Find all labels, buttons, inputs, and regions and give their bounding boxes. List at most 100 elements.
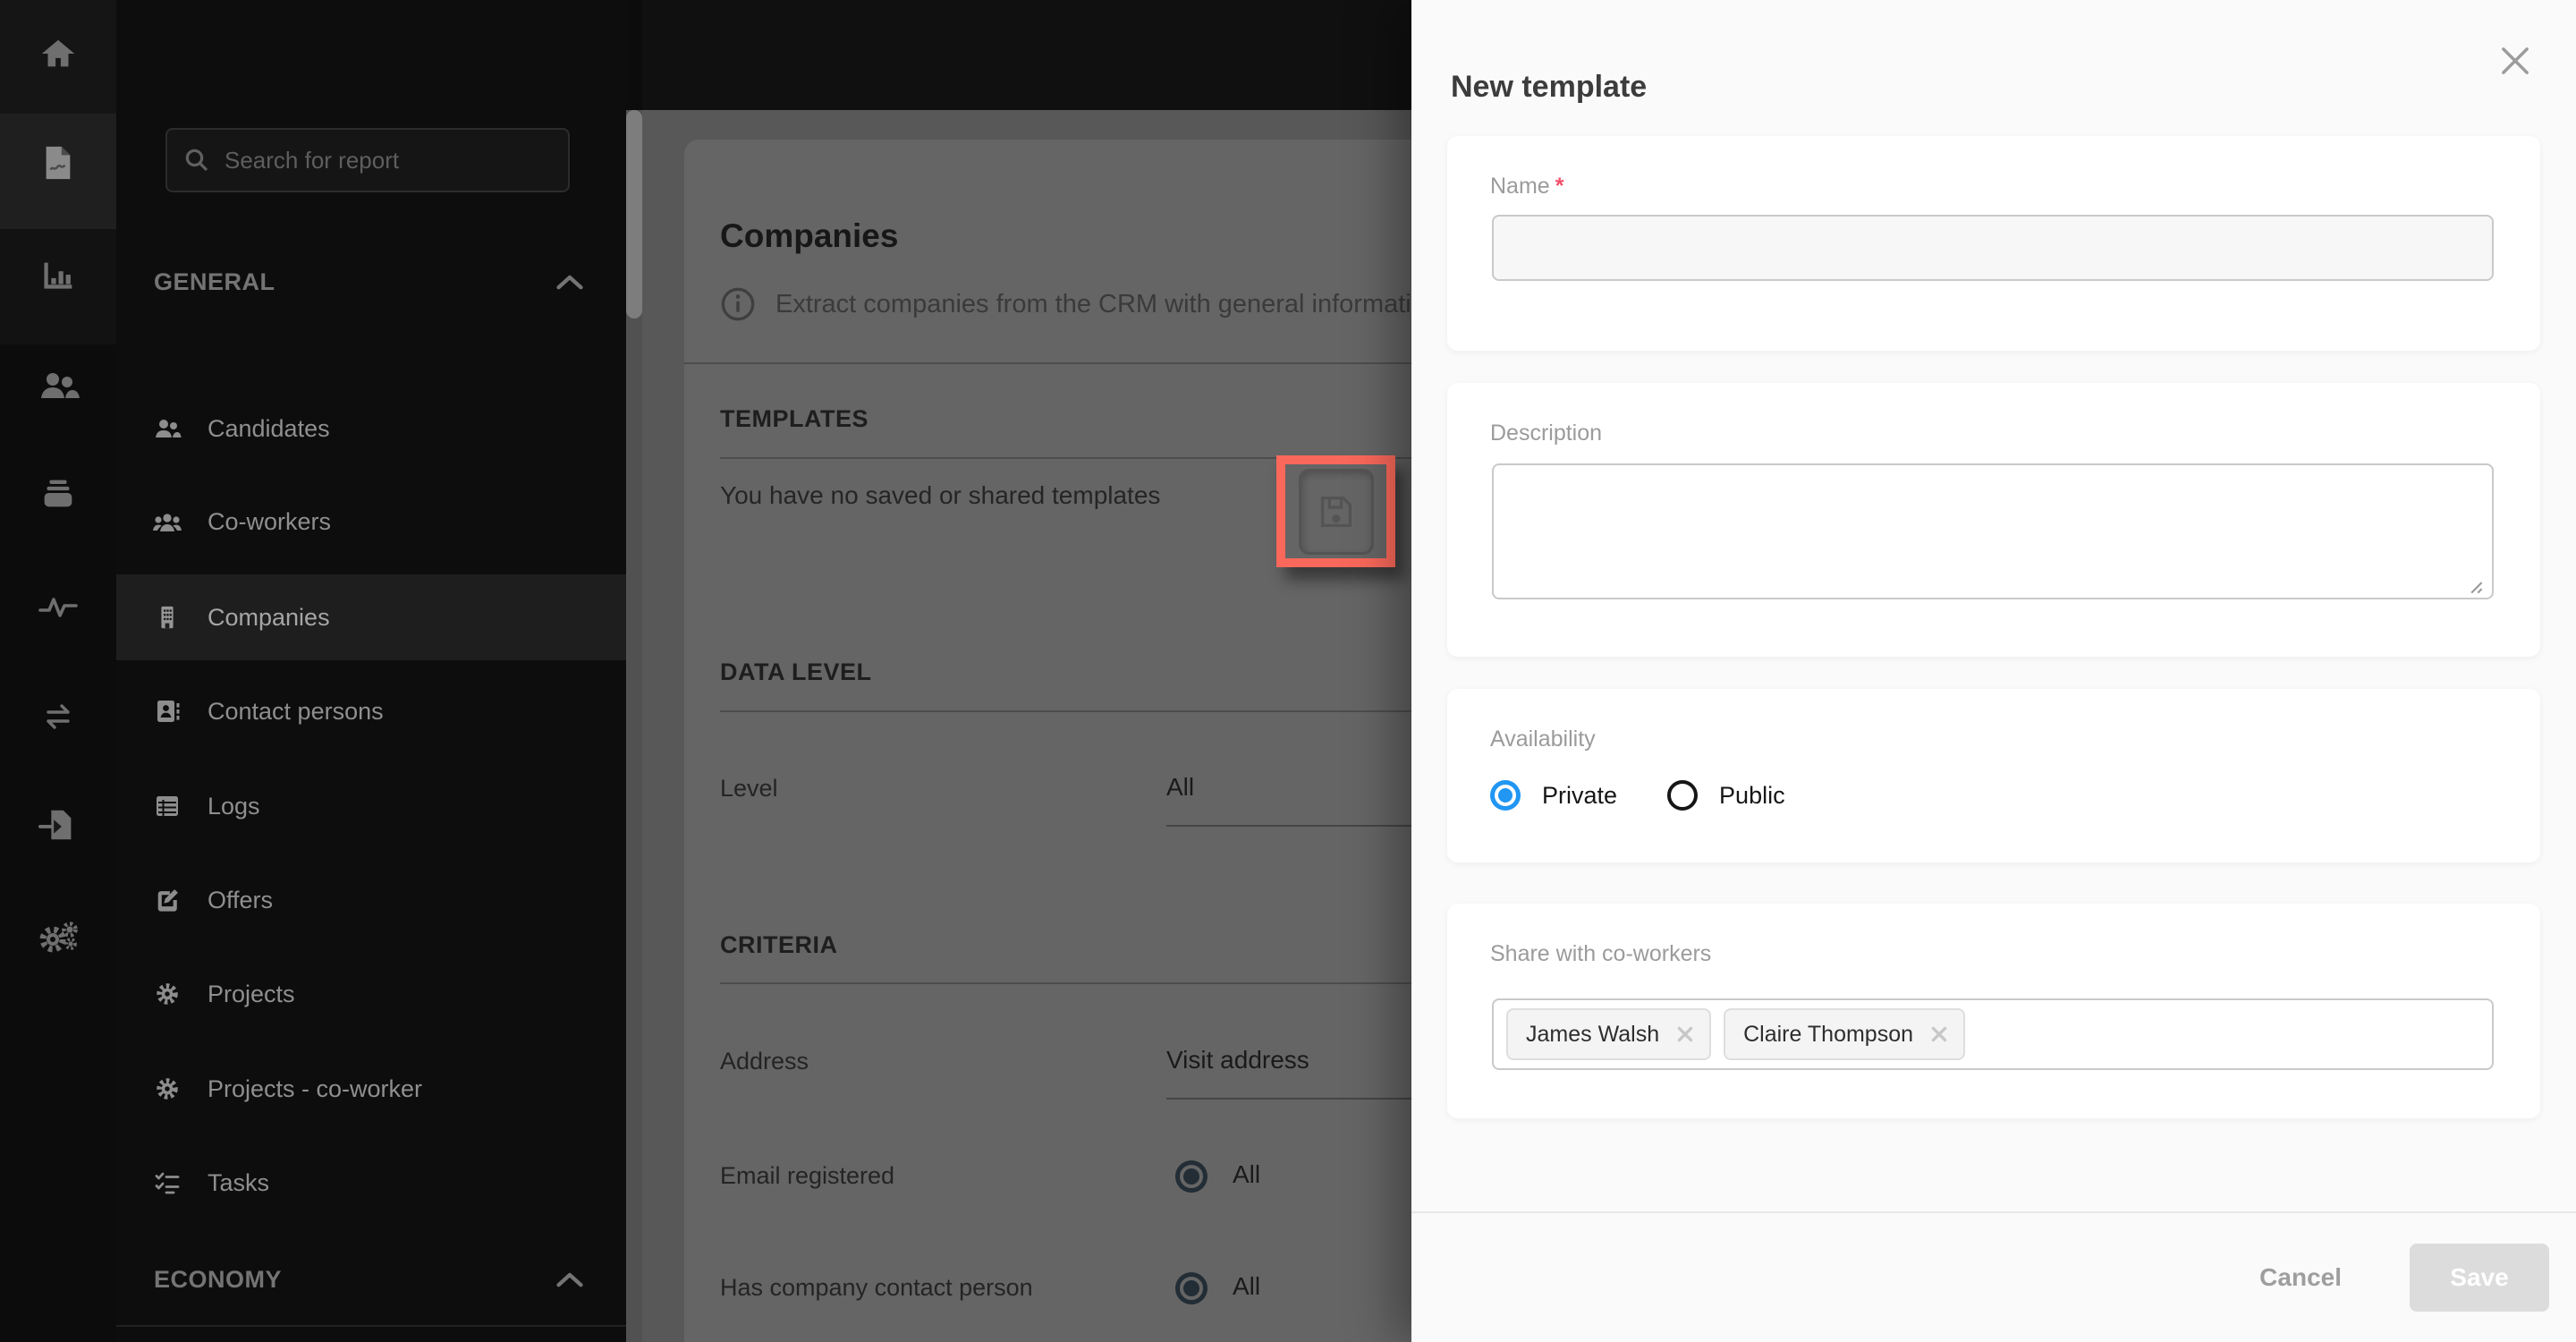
section-label: GENERAL bbox=[154, 268, 275, 296]
name-label: Name* bbox=[1490, 174, 1563, 200]
save-template-button[interactable] bbox=[1299, 469, 1374, 555]
availability-option-private[interactable]: Private bbox=[1490, 780, 1617, 811]
report-sidebar: GENERAL Candidates Co-workers Companies … bbox=[116, 0, 626, 1342]
checklist-icon bbox=[152, 1168, 182, 1197]
has-contact-person-radio-selected[interactable] bbox=[1175, 1272, 1208, 1304]
sidebar-item-label: Candidates bbox=[208, 415, 330, 443]
section-label: ECONOMY bbox=[154, 1266, 282, 1294]
edit-icon bbox=[152, 887, 182, 913]
reports-icon[interactable] bbox=[0, 118, 116, 208]
email-registered-label: Email registered bbox=[720, 1162, 894, 1190]
drawer-footer: Cancel Save bbox=[1411, 1211, 2576, 1342]
building-icon bbox=[152, 603, 182, 632]
section-header-economy[interactable]: ECONOMY bbox=[154, 1253, 583, 1306]
divider bbox=[720, 982, 1471, 984]
templates-empty-text: You have no saved or shared templates bbox=[720, 481, 1160, 510]
cancel-button[interactable]: Cancel bbox=[2254, 1262, 2347, 1293]
candidates-rail-icon[interactable] bbox=[0, 341, 116, 430]
sidebar-scrollbar-thumb[interactable] bbox=[626, 110, 642, 319]
info-text: Extract companies from the CRM with gene… bbox=[775, 290, 1440, 319]
group-icon bbox=[152, 507, 182, 536]
sidebar-item-label: Companies bbox=[208, 604, 330, 632]
email-registered-radio-selected[interactable] bbox=[1175, 1160, 1208, 1193]
report-document-icon bbox=[39, 142, 77, 183]
share-card: Share with co-workers James Walsh Claire… bbox=[1447, 904, 2540, 1118]
bar-chart-icon bbox=[38, 255, 79, 296]
divider bbox=[684, 362, 1471, 364]
availability-option-public[interactable]: Public bbox=[1667, 780, 1785, 811]
level-label: Level bbox=[720, 775, 778, 803]
info-row: Extract companies from the CRM with gene… bbox=[720, 286, 1440, 322]
table-list-icon bbox=[152, 792, 182, 820]
radio-label: Private bbox=[1542, 782, 1617, 810]
availability-label: Availability bbox=[1490, 726, 1596, 752]
chevron-up-icon bbox=[556, 1271, 583, 1287]
save-button[interactable]: Save bbox=[2410, 1244, 2549, 1312]
sidebar-item-contact-persons[interactable]: Contact persons bbox=[116, 668, 626, 754]
sidebar-item-tasks[interactable]: Tasks bbox=[116, 1140, 626, 1226]
gear-icon bbox=[152, 981, 182, 1007]
drawer-title: New template bbox=[1451, 70, 1647, 105]
settings-icon[interactable] bbox=[0, 892, 116, 981]
share-label: Share with co-workers bbox=[1490, 941, 1711, 967]
share-tag-input[interactable]: James Walsh Claire Thompson bbox=[1492, 998, 2494, 1070]
sidebar-item-co-workers[interactable]: Co-workers bbox=[116, 479, 626, 565]
sidebar-item-projects[interactable]: Projects bbox=[116, 951, 626, 1037]
floppy-disk-icon bbox=[1317, 492, 1356, 531]
chip-label: Claire Thompson bbox=[1743, 1022, 1913, 1048]
required-asterisk: * bbox=[1555, 174, 1564, 199]
home-icon[interactable] bbox=[0, 10, 116, 99]
page-title: Companies bbox=[720, 217, 898, 255]
home-icon bbox=[38, 34, 79, 75]
chip-label: James Walsh bbox=[1526, 1022, 1659, 1048]
export-icon[interactable] bbox=[0, 780, 116, 870]
transfer-icon[interactable] bbox=[0, 672, 116, 761]
address-label: Address bbox=[720, 1048, 809, 1075]
sidebar-item-label: Logs bbox=[208, 793, 260, 820]
info-icon bbox=[720, 286, 756, 322]
radio-label: Public bbox=[1719, 782, 1785, 810]
content-background: Companies Extract companies from the CRM… bbox=[642, 110, 1411, 1342]
name-label-text: Name bbox=[1490, 174, 1550, 199]
swap-arrows-icon bbox=[37, 695, 80, 738]
activity-icon[interactable] bbox=[0, 560, 116, 650]
archive-icon[interactable] bbox=[0, 448, 116, 538]
section-header-general[interactable]: GENERAL bbox=[154, 255, 583, 309]
chip-remove-icon[interactable] bbox=[1929, 1024, 1949, 1044]
users-icon bbox=[37, 364, 80, 407]
gears-icon bbox=[37, 915, 80, 958]
chevron-up-icon bbox=[556, 274, 583, 290]
sidebar-item-label: Contact persons bbox=[208, 698, 384, 726]
sidebar-item-offers[interactable]: Offers bbox=[116, 857, 626, 943]
description-card: Description bbox=[1447, 383, 2540, 657]
people-icon bbox=[152, 414, 182, 443]
description-textarea[interactable] bbox=[1492, 463, 2494, 599]
sidebar-item-label: Projects - co-worker bbox=[208, 1075, 422, 1103]
name-input[interactable] bbox=[1492, 215, 2494, 281]
sidebar-item-label: Tasks bbox=[208, 1169, 269, 1197]
sidebar-item-companies[interactable]: Companies bbox=[116, 574, 626, 660]
divider bbox=[720, 710, 1471, 712]
search-icon bbox=[183, 147, 210, 174]
templates-header: TEMPLATES bbox=[720, 405, 869, 433]
new-template-drawer: New template Name* Description Availabil… bbox=[1411, 0, 2576, 1342]
availability-options: Private Public bbox=[1490, 780, 1785, 811]
level-select[interactable]: All bbox=[1166, 773, 1194, 802]
report-search[interactable] bbox=[165, 128, 570, 192]
export-document-icon bbox=[38, 804, 79, 845]
app-root: GENERAL Candidates Co-workers Companies … bbox=[0, 0, 2576, 1342]
pulse-icon bbox=[37, 583, 80, 626]
has-contact-person-value: All bbox=[1233, 1272, 1260, 1301]
address-select[interactable]: Visit address bbox=[1166, 1046, 1309, 1074]
close-icon[interactable] bbox=[2496, 41, 2535, 81]
sidebar-scrollbar-track[interactable] bbox=[626, 110, 642, 1342]
statistics-icon[interactable] bbox=[0, 231, 116, 320]
sidebar-item-logs[interactable]: Logs bbox=[116, 763, 626, 849]
search-input[interactable] bbox=[223, 146, 552, 175]
co-worker-chip: Claire Thompson bbox=[1724, 1008, 1965, 1060]
sidebar-item-label: Offers bbox=[208, 887, 273, 914]
email-registered-value: All bbox=[1233, 1160, 1260, 1189]
chip-remove-icon[interactable] bbox=[1675, 1024, 1695, 1044]
sidebar-item-candidates[interactable]: Candidates bbox=[116, 386, 626, 471]
sidebar-item-projects-co-worker[interactable]: Projects - co-worker bbox=[116, 1046, 626, 1132]
